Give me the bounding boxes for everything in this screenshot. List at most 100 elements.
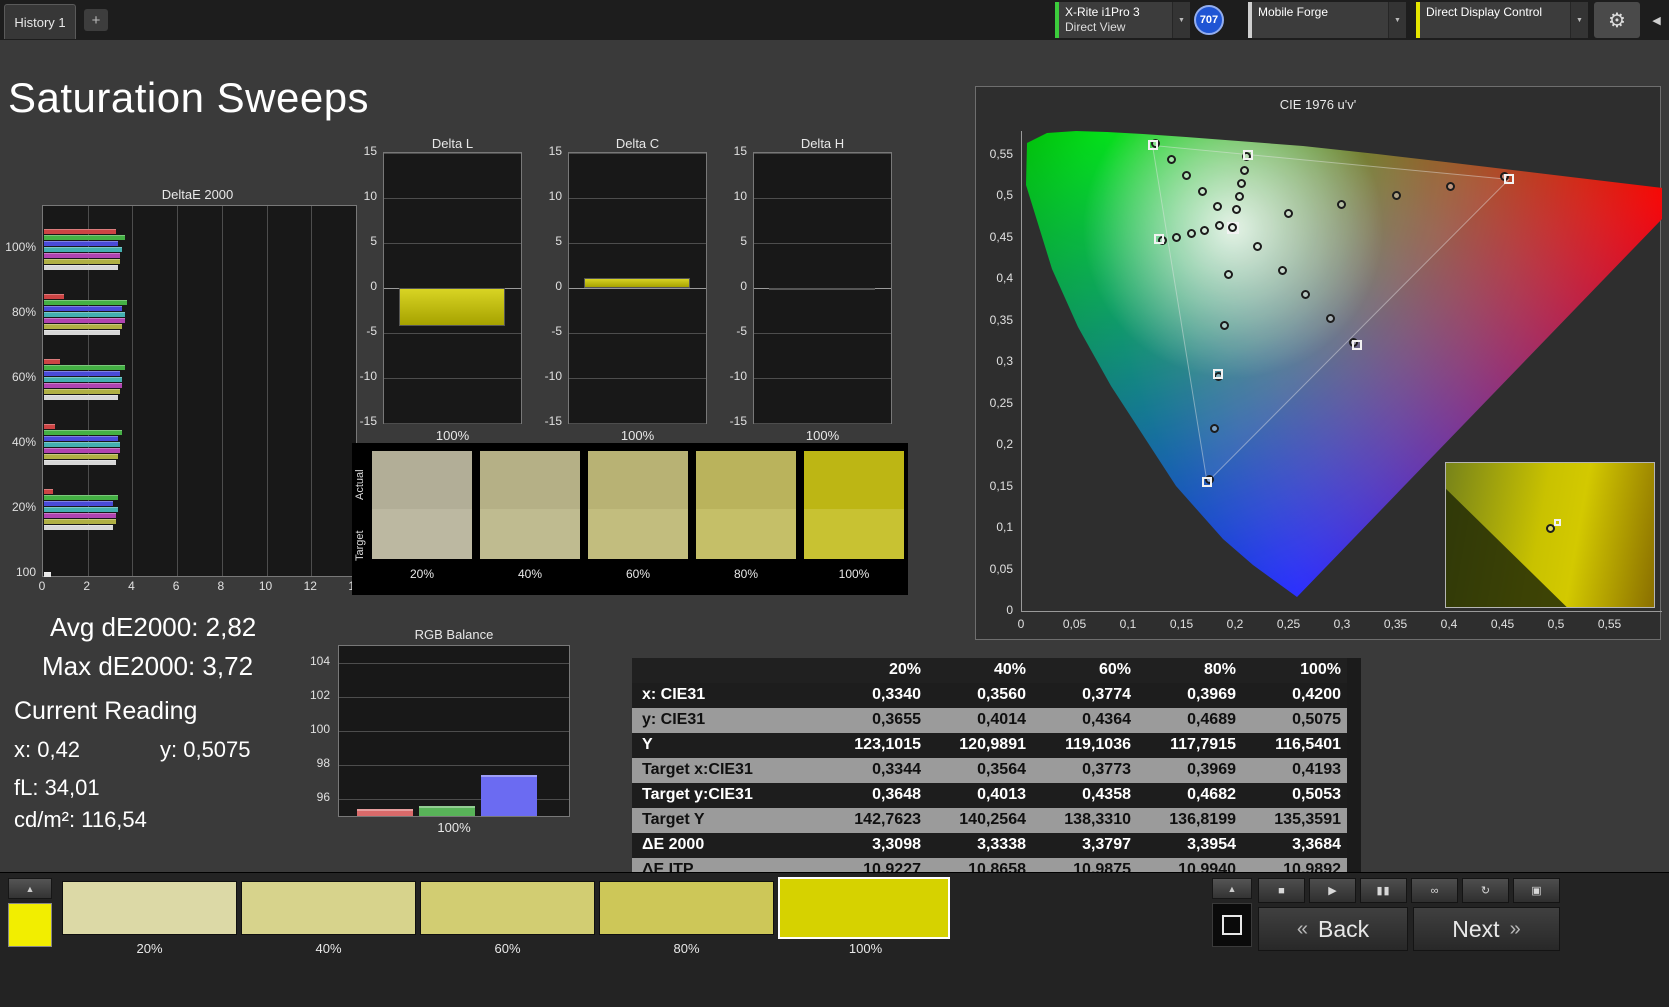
deltae-bar: [44, 359, 60, 364]
deltae-bar: [44, 371, 120, 376]
delta-c-title: Delta C: [568, 136, 707, 151]
chevron-down-icon[interactable]: ▼: [1570, 2, 1588, 38]
table-cell: 116,5401: [1242, 733, 1347, 758]
y-tick-label: 0: [351, 279, 377, 293]
scroll-up-right-button[interactable]: ▲: [1212, 878, 1252, 899]
x-tick-label: 0,3: [1322, 617, 1362, 631]
table-row-label: Y: [632, 733, 822, 758]
y-tick-label: 0,2: [976, 437, 1013, 451]
refresh-button[interactable]: ↻: [1462, 878, 1509, 903]
back-button[interactable]: « Back: [1258, 907, 1408, 951]
gridline: [311, 206, 312, 576]
deltae-bar: [44, 330, 120, 335]
rgb-balance-title: RGB Balance: [338, 627, 570, 642]
back-chevrons-icon: «: [1297, 918, 1308, 941]
next-button[interactable]: Next »: [1413, 907, 1560, 951]
delta-l-title: Delta L: [383, 136, 522, 151]
table-cell: 0,4689: [1137, 708, 1242, 733]
table-row-label: x: CIE31: [632, 683, 822, 708]
screen-button[interactable]: ▣: [1513, 878, 1560, 903]
deltae-bar: [44, 436, 118, 441]
deltae-x-axis: 02468101214: [0, 579, 400, 595]
actual-swatch: [588, 451, 688, 509]
table-cell: 117,7915: [1137, 733, 1242, 758]
table-cell: 0,3655: [822, 708, 927, 733]
y-tick-label: 102: [298, 688, 330, 702]
deltae-bar: [44, 501, 113, 506]
cie-inset-marker-target: [1554, 519, 1561, 526]
cie-target-point: [1148, 140, 1158, 150]
settings-button[interactable]: ⚙: [1594, 2, 1640, 38]
deltae-bar: [44, 572, 51, 577]
gridline: [267, 206, 268, 576]
table-cell: 0,3564: [927, 758, 1032, 783]
delta-l-x-label: 100%: [383, 428, 522, 443]
table-row: Target x:CIE310,33440,35640,37730,39690,…: [632, 758, 1347, 783]
table-header-cell: 80%: [1137, 658, 1242, 683]
saturation-level-button-60%[interactable]: [420, 881, 595, 935]
pattern-window-button[interactable]: [1212, 903, 1252, 947]
swatch-label: 20%: [372, 567, 472, 581]
add-tab-button[interactable]: +: [84, 9, 108, 31]
loop-button[interactable]: ∞: [1411, 878, 1458, 903]
gridline: [384, 378, 521, 379]
target-swatch: [588, 509, 688, 559]
y-tick-label: 100: [298, 722, 330, 736]
pause-button[interactable]: ▮▮: [1360, 878, 1407, 903]
scroll-up-left-button[interactable]: ▲: [8, 878, 52, 899]
table-cell: 136,8199: [1137, 808, 1242, 833]
y-tick-label: -15: [721, 414, 747, 428]
table-cell: 0,3774: [1032, 683, 1137, 708]
table-cell: 3,3684: [1242, 833, 1347, 858]
table-row: Target y:CIE310,36480,40130,43580,46820,…: [632, 783, 1347, 808]
gridline: [384, 198, 521, 199]
table-header-cell: 40%: [927, 658, 1032, 683]
y-tick-label: 10: [351, 189, 377, 203]
rgb-balance-x-label: 100%: [338, 820, 570, 835]
chevron-down-icon[interactable]: ▼: [1388, 2, 1406, 38]
stop-button[interactable]: ■: [1258, 878, 1305, 903]
saturation-level-button-40%[interactable]: [241, 881, 416, 935]
saturation-swatch: [372, 451, 472, 559]
table-cell: 0,4193: [1242, 758, 1347, 783]
gridline: [339, 731, 569, 732]
meter-dropdown[interactable]: X-Rite i1Pro 3 Direct View ▼: [1055, 2, 1190, 38]
deltae-bar: [44, 253, 120, 258]
saturation-level-label: 40%: [241, 941, 416, 956]
x-tick-label: 10: [252, 579, 280, 593]
deltae-bar: [44, 495, 118, 500]
saturation-level-label: 20%: [62, 941, 237, 956]
delta-bar: [584, 278, 690, 288]
collapse-panel-button[interactable]: ◀: [1644, 2, 1669, 38]
tab-history-1[interactable]: History 1: [4, 4, 76, 39]
table-cell: 0,4682: [1137, 783, 1242, 808]
x-tick-label: 6: [162, 579, 190, 593]
deltae-bar: [44, 365, 125, 370]
table-row: Y123,1015120,9891119,1036117,7915116,540…: [632, 733, 1347, 758]
saturation-level-button-100%[interactable]: [778, 877, 950, 939]
meter-count-badge[interactable]: 707: [1194, 5, 1224, 35]
gridline: [177, 206, 178, 576]
x-tick-label: 0,45: [1483, 617, 1523, 631]
table-row: x: CIE310,33400,35600,37740,39690,4200: [632, 683, 1347, 708]
play-button[interactable]: ▶: [1309, 878, 1356, 903]
square-icon: [1222, 915, 1242, 935]
saturation-level-button-80%[interactable]: [599, 881, 774, 935]
source-dropdown[interactable]: Mobile Forge ▼: [1248, 2, 1406, 38]
saturation-level-button-20%[interactable]: [62, 881, 237, 935]
chevron-down-icon[interactable]: ▼: [1172, 2, 1190, 38]
deltae-bar: [44, 235, 125, 240]
deltae-bar: [44, 247, 122, 252]
cie-measured-point: [1200, 226, 1209, 235]
y-tick-label: 0,5: [976, 188, 1013, 202]
gridline: [754, 243, 891, 244]
gridline: [384, 153, 521, 154]
gridline: [384, 333, 521, 334]
cie-measured-point: [1446, 182, 1455, 191]
y-tick-label: -10: [351, 369, 377, 383]
gridline: [569, 243, 706, 244]
cie-target-point: [1202, 477, 1212, 487]
y-tick-label: 5: [351, 234, 377, 248]
display-control-dropdown[interactable]: Direct Display Control ▼: [1416, 2, 1588, 38]
cie-measured-point: [1237, 179, 1246, 188]
